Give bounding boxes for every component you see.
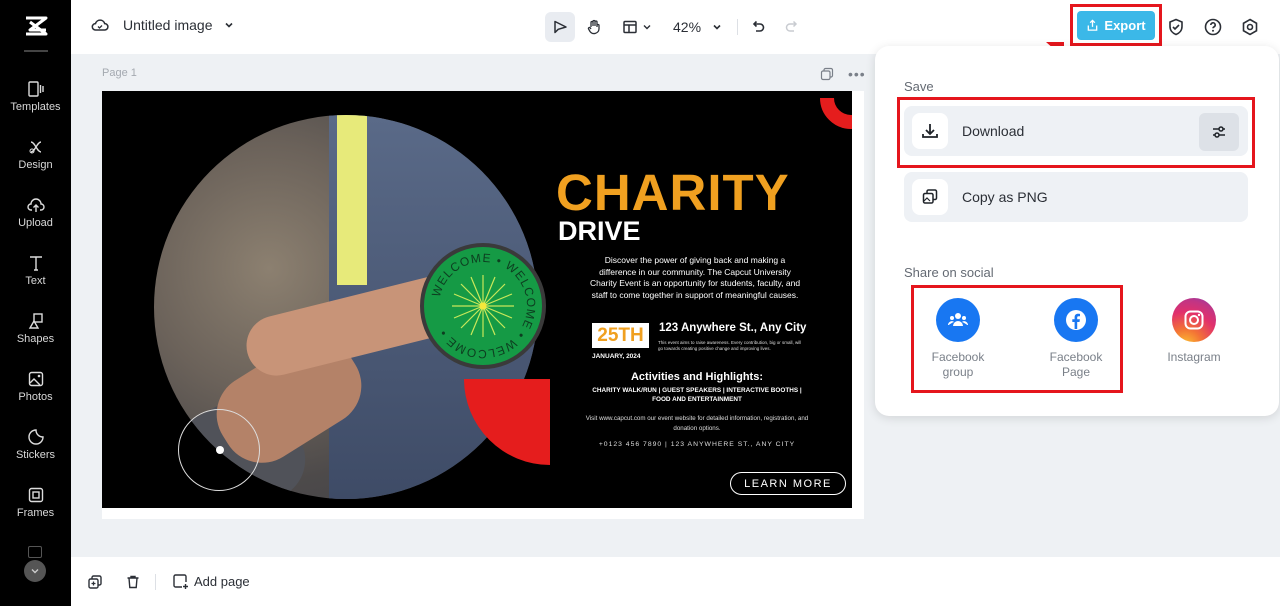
chevron-down-icon bbox=[643, 25, 651, 30]
sidebar-item-label: Shapes bbox=[16, 333, 55, 345]
chevron-down-icon bbox=[224, 22, 233, 28]
sidebar-item-label: Design bbox=[18, 159, 53, 171]
divider bbox=[737, 19, 739, 35]
poster-activities-list[interactable]: CHARITY WALK/RUN | GUEST SPEAKERS | INTE… bbox=[584, 386, 810, 404]
upload-icon bbox=[26, 198, 45, 212]
layout-icon bbox=[623, 20, 637, 34]
frames-icon bbox=[28, 487, 43, 503]
sunburst-icon: WELCOME • WELCOME • WELCOME • bbox=[429, 251, 537, 361]
copy-image-icon bbox=[922, 189, 938, 204]
copy-as-png-option[interactable]: Copy as PNG bbox=[904, 172, 1248, 222]
hand-icon bbox=[587, 19, 600, 35]
document-title: Untitled image bbox=[123, 17, 213, 33]
sidebar-item-photos[interactable]: Photos bbox=[0, 370, 71, 422]
poster-title[interactable]: CHARITY bbox=[556, 163, 790, 222]
sidebar-item-label: Stickers bbox=[15, 449, 56, 461]
poster-learn-more-button[interactable]: LEARN MORE bbox=[730, 472, 846, 495]
red-arc-shape bbox=[820, 98, 852, 129]
social-highlight-box bbox=[911, 285, 1123, 393]
more-options-icon[interactable]: ••• bbox=[848, 66, 866, 82]
redo-icon bbox=[785, 20, 798, 32]
sidebar-item-label: Photos bbox=[18, 391, 53, 403]
poster-activities-heading[interactable]: Activities and Highlights: bbox=[584, 371, 810, 383]
document-title-area[interactable]: Untitled image bbox=[91, 16, 235, 34]
sidebar-item-label: Upload bbox=[18, 217, 53, 229]
share-instagram[interactable]: Instagram bbox=[1149, 298, 1239, 365]
photos-icon bbox=[28, 371, 43, 387]
layout-button[interactable] bbox=[617, 12, 657, 42]
export-panel: Save Download Copy as PNG Share on socia… bbox=[875, 46, 1279, 416]
export-button[interactable]: Export bbox=[1077, 11, 1155, 40]
divider bbox=[24, 50, 48, 52]
shapes-icon bbox=[28, 313, 43, 329]
sidebar-item-frames[interactable]: Frames bbox=[0, 486, 71, 538]
poster-date-month[interactable]: JANUARY, 2024 bbox=[592, 353, 641, 360]
copy-icon-box bbox=[912, 179, 948, 215]
page-tools: ••• bbox=[820, 66, 866, 82]
chevron-down-icon bbox=[713, 24, 721, 30]
poster-design[interactable]: WELCOME • WELCOME • WELCOME • CHARITY DR… bbox=[102, 91, 852, 508]
add-page-button[interactable]: Add page bbox=[172, 573, 250, 590]
left-sidebar: Templates Design Upload Text Shapes Phot… bbox=[0, 0, 71, 606]
bottom-bar: Add page bbox=[71, 557, 1280, 606]
poster-description[interactable]: Discover the power of giving back and ma… bbox=[586, 255, 804, 302]
add-page-label: Add page bbox=[194, 574, 250, 589]
save-heading: Save bbox=[904, 79, 934, 94]
sidebar-expand-button[interactable] bbox=[24, 560, 46, 582]
zoom-level[interactable]: 42% bbox=[673, 19, 701, 35]
sidebar-item-text[interactable]: Text bbox=[0, 254, 71, 306]
poster-visit-text[interactable]: Visit www.capcut.com our event website f… bbox=[584, 414, 810, 434]
trash-icon[interactable] bbox=[125, 574, 141, 590]
share-heading: Share on social bbox=[904, 265, 994, 280]
sidebar-item-label: Text bbox=[25, 275, 46, 287]
shield-check-icon[interactable] bbox=[1166, 17, 1186, 37]
settings-icon[interactable] bbox=[1240, 17, 1260, 37]
more-tools-icon bbox=[28, 546, 42, 558]
select-tool-button[interactable] bbox=[545, 12, 575, 42]
duplicate-page-icon[interactable] bbox=[87, 574, 103, 590]
welcome-badge[interactable]: WELCOME • WELCOME • WELCOME • bbox=[420, 243, 546, 369]
chevron-down-icon bbox=[31, 569, 39, 574]
export-label: Export bbox=[1104, 18, 1146, 33]
capcut-logo[interactable] bbox=[0, 0, 71, 52]
copy-as-png-label: Copy as PNG bbox=[962, 189, 1048, 205]
pointer-icon bbox=[554, 20, 567, 34]
divider bbox=[155, 573, 156, 590]
download-highlight-box bbox=[897, 97, 1255, 168]
instagram-label: Instagram bbox=[1167, 350, 1221, 364]
poster-contact[interactable]: +0123 456 7890 | 123 ANYWHERE ST., ANY C… bbox=[584, 441, 810, 448]
canvas-toolbar: 42% bbox=[545, 12, 802, 42]
sidebar-item-upload[interactable]: Upload bbox=[0, 196, 71, 248]
sidebar-item-design[interactable]: Design bbox=[0, 138, 71, 190]
sidebar-item-stickers[interactable]: Stickers bbox=[0, 428, 71, 480]
poster-date-day[interactable]: 25TH bbox=[592, 323, 649, 348]
sidebar-item-templates[interactable]: Templates bbox=[0, 80, 71, 132]
page-canvas[interactable]: WELCOME • WELCOME • WELCOME • CHARITY DR… bbox=[102, 91, 864, 519]
design-icon bbox=[29, 141, 41, 154]
undo-button[interactable] bbox=[748, 12, 770, 42]
sidebar-item-label: Templates bbox=[10, 101, 61, 113]
hand-tool-button[interactable] bbox=[579, 12, 609, 42]
cloud-saved-icon bbox=[91, 19, 109, 31]
add-page-icon bbox=[173, 574, 188, 589]
sidebar-item-shapes[interactable]: Shapes bbox=[0, 312, 71, 364]
decorative-dot bbox=[216, 446, 224, 454]
templates-icon bbox=[27, 81, 44, 97]
redo-button[interactable] bbox=[780, 12, 802, 42]
stickers-icon bbox=[27, 429, 44, 445]
poster-address[interactable]: 123 Anywhere St., Any City bbox=[659, 322, 806, 334]
poster-subtitle[interactable]: DRIVE bbox=[558, 216, 641, 247]
help-icon[interactable] bbox=[1203, 17, 1223, 37]
export-icon bbox=[1088, 19, 1098, 31]
capcut-logo-icon bbox=[25, 16, 47, 36]
sidebar-item-label: Frames bbox=[16, 507, 55, 519]
photo-scarf bbox=[337, 115, 367, 285]
poster-address-note[interactable]: This event aims to raise awareness. Ever… bbox=[658, 340, 803, 352]
duplicate-page-icon[interactable] bbox=[820, 67, 834, 81]
text-icon bbox=[29, 256, 42, 271]
page-label: Page 1 bbox=[102, 67, 137, 79]
zoom-dropdown-button[interactable] bbox=[707, 12, 727, 42]
instagram-icon bbox=[1172, 298, 1216, 342]
undo-icon bbox=[752, 20, 765, 32]
